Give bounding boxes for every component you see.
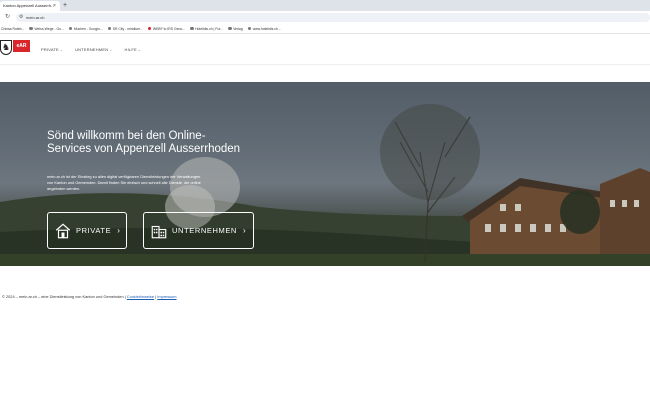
browser-tab-title: Kanton Appenzell Ausserrh... bbox=[3, 3, 55, 8]
new-tab-button[interactable]: + bbox=[63, 0, 67, 11]
hero-banner: Sönd willkomm bei den Online-Services vo… bbox=[0, 82, 650, 266]
unternehmen-button-label: UNTERNEHMEN bbox=[172, 226, 237, 235]
bookmark-item[interactable]: Verlag bbox=[228, 27, 243, 31]
footer-text: © 2024 – mein.ar.ch – eine Dienstleistun… bbox=[2, 294, 126, 299]
chevron-right-icon: › bbox=[242, 226, 246, 235]
site-info-icon[interactable]: ⚙ bbox=[19, 13, 23, 22]
nav-item-private[interactable]: PRIVATE ⌄ bbox=[41, 47, 63, 52]
browser-address-bar: ↻ ⚙ mein.ar.ch bbox=[0, 11, 650, 24]
bookmark-icon bbox=[147, 26, 152, 31]
private-button-label: PRIVATE bbox=[76, 226, 112, 235]
unternehmen-button[interactable]: UNTERNEHMEN › bbox=[143, 212, 254, 249]
bookmark-icon bbox=[247, 26, 252, 31]
chevron-down-icon: ⌄ bbox=[137, 47, 141, 52]
close-icon[interactable]: × bbox=[53, 1, 56, 11]
bookmark-item[interactable]: Hotelidis.ch | Fur... bbox=[190, 27, 223, 31]
bookmark-item[interactable]: WEBF to IRS Geno... bbox=[147, 26, 185, 31]
bookmarks-bar: Chinsa Ruteb... Weiss-Wege - Go... Muche… bbox=[0, 24, 650, 34]
bookmark-icon bbox=[68, 26, 73, 31]
reload-icon[interactable]: ↻ bbox=[5, 13, 10, 22]
hero-description: mein.ar.ch ist der Einstieg zu allen dig… bbox=[47, 174, 201, 191]
canton-coat-of-arms-logo[interactable]: ♞ bbox=[0, 40, 12, 55]
site-header: ♞ eAR PRIVATE ⌄ UNTERNEHMEN ⌄ HILFE ⌄ bbox=[0, 35, 650, 65]
bookmark-icon bbox=[29, 26, 33, 31]
bookmark-item[interactable]: Weiss-Wege - Go... bbox=[29, 26, 64, 31]
imprint-link[interactable]: Impressum bbox=[157, 294, 176, 299]
private-button[interactable]: PRIVATE › bbox=[47, 212, 127, 249]
ear-logo[interactable]: eAR bbox=[13, 40, 30, 52]
hero-title: Sönd willkomm bei den Online-Services vo… bbox=[47, 130, 241, 155]
bookmark-item[interactable]: SR City - mindluer... bbox=[107, 26, 143, 31]
url-text: mein.ar.ch bbox=[26, 15, 45, 20]
footer-separator: | bbox=[155, 294, 157, 299]
buildings-icon bbox=[151, 225, 167, 238]
browser-tab[interactable]: Kanton Appenzell Ausserrh... × bbox=[0, 1, 60, 11]
bookmark-icon bbox=[190, 26, 194, 31]
chevron-down-icon: ⌄ bbox=[59, 47, 64, 52]
chevron-down-icon: ⌄ bbox=[109, 47, 113, 52]
url-field[interactable]: ⚙ mein.ar.ch bbox=[16, 13, 650, 22]
nav-item-unternehmen[interactable]: UNTERNEHMEN ⌄ bbox=[75, 47, 112, 52]
bookmark-icon bbox=[228, 26, 232, 31]
bookmark-item[interactable]: Chinsa Ruteb... bbox=[1, 27, 24, 31]
main-nav: PRIVATE ⌄ UNTERNEHMEN ⌄ HILFE ⌄ bbox=[41, 47, 153, 52]
chevron-right-icon: › bbox=[117, 226, 120, 235]
bookmark-icon bbox=[107, 26, 112, 31]
browser-tab-bar: Kanton Appenzell Ausserrh... × + bbox=[0, 0, 650, 11]
bookmark-item[interactable]: www.hotelidis.ch... bbox=[247, 26, 281, 31]
site-footer: © 2024 – mein.ar.ch – eine Dienstleistun… bbox=[2, 294, 177, 299]
cookie-link[interactable]: Cookiehinweise bbox=[127, 294, 154, 299]
bookmark-item[interactable]: Muchen - Googlo... bbox=[68, 26, 103, 31]
house-icon bbox=[55, 222, 71, 238]
nav-item-hilfe[interactable]: HILFE ⌄ bbox=[125, 47, 141, 52]
